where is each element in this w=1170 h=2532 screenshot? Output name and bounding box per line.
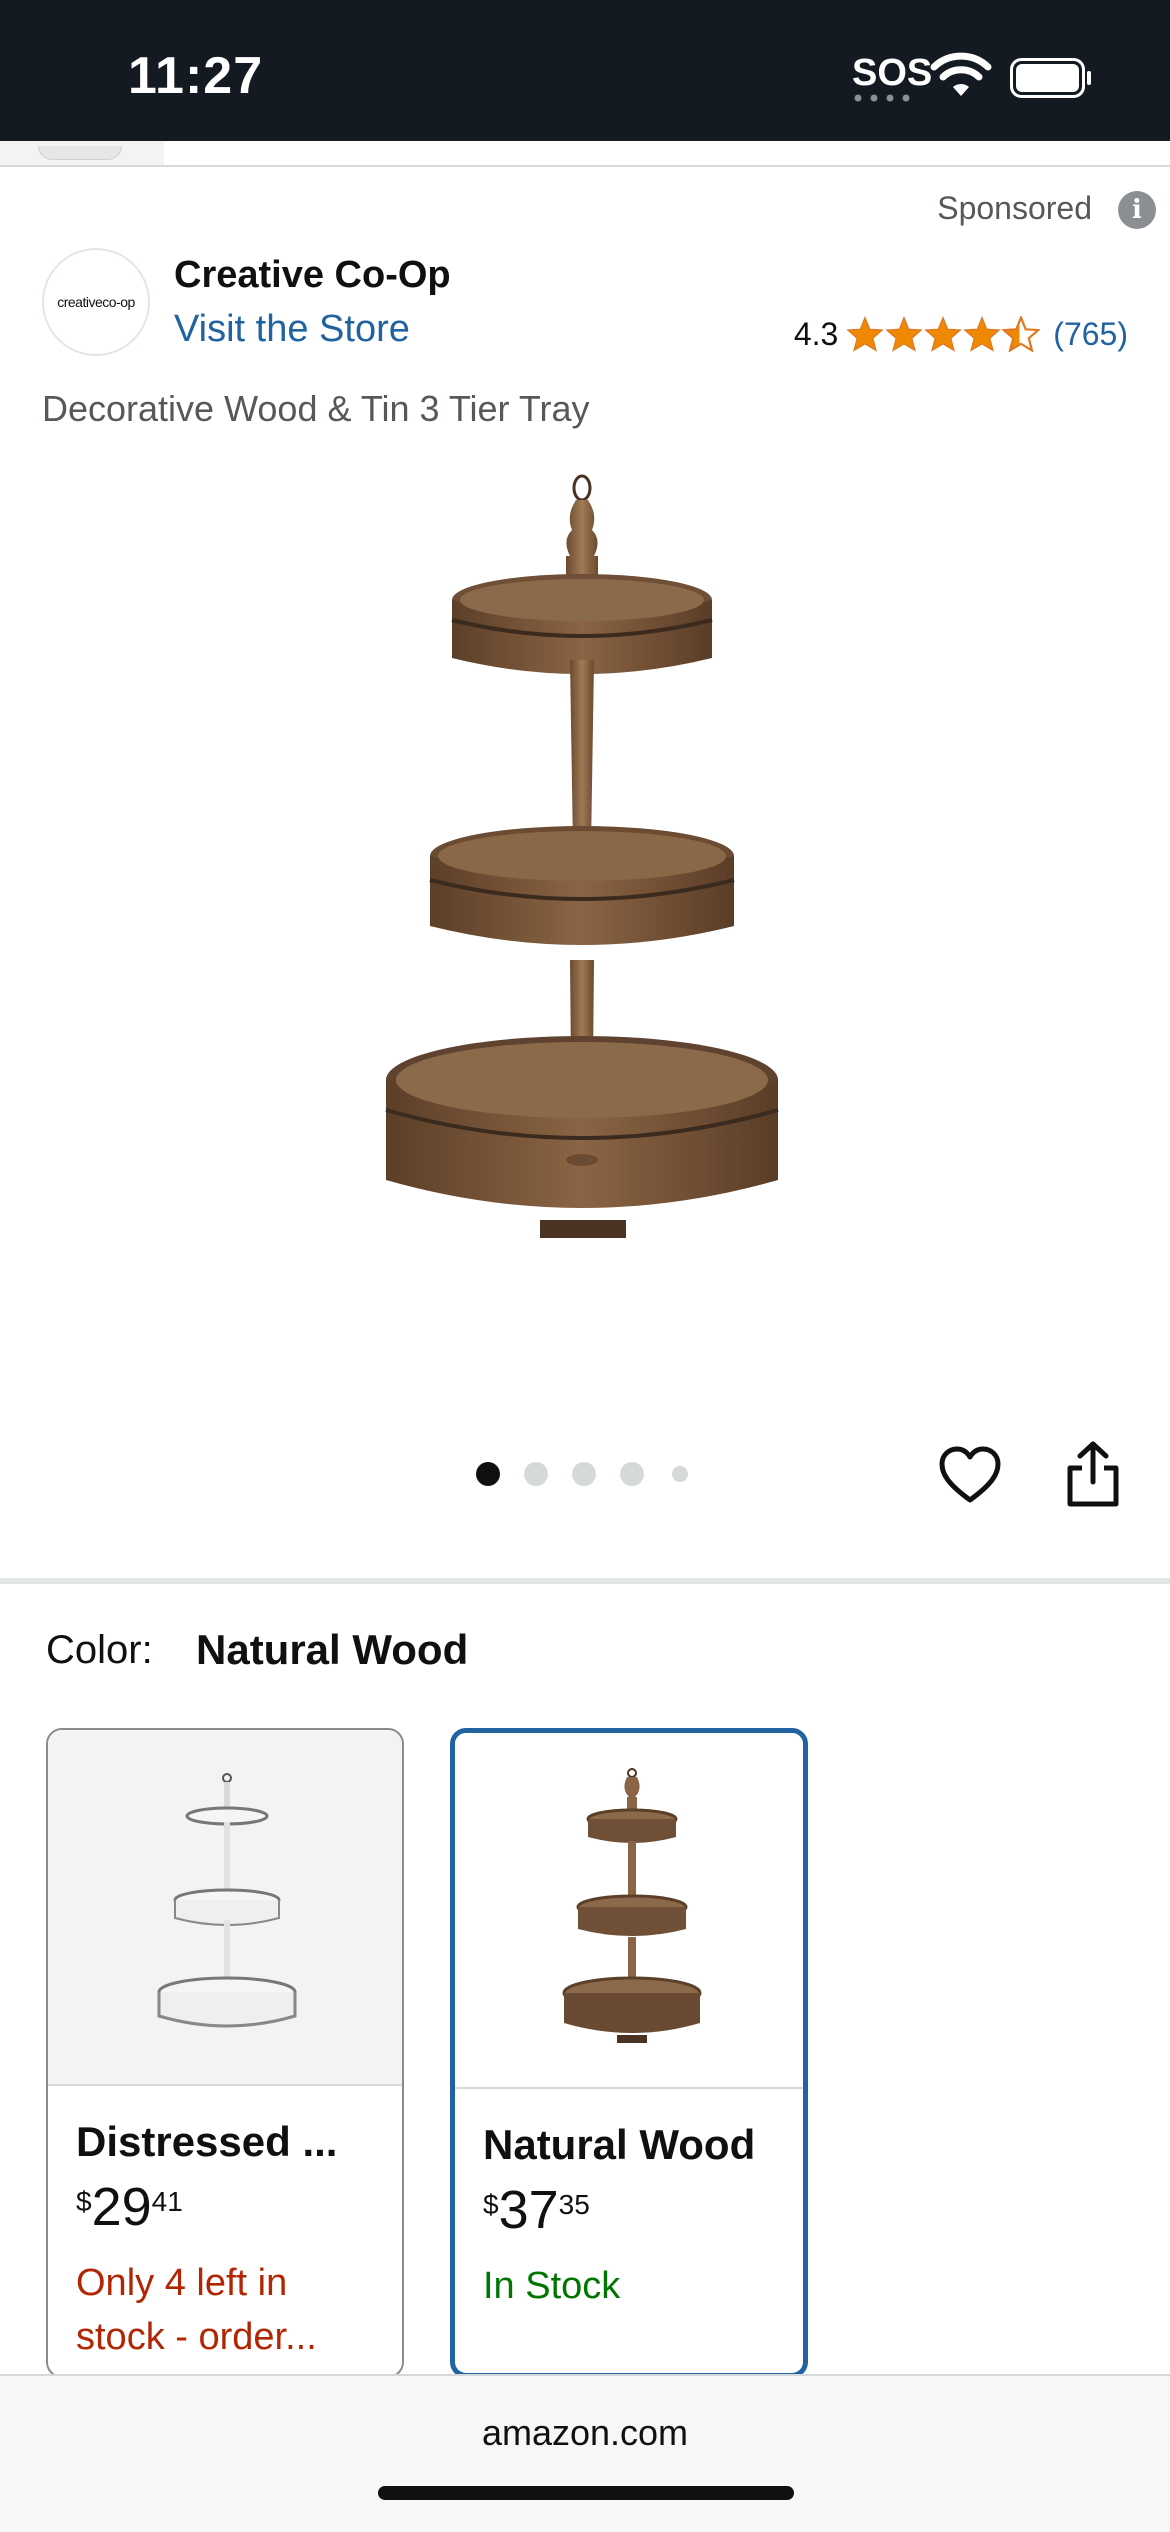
price-fraction: 35 <box>558 2189 590 2220</box>
wifi-icon <box>930 52 992 96</box>
rating-count-link[interactable]: (765) <box>1053 316 1128 353</box>
swatch-price: $ 29 41 <box>76 2180 183 2234</box>
previous-thumbnail-image <box>38 146 122 160</box>
half-star-icon <box>1002 316 1041 352</box>
sponsored-label: Sponsored <box>937 190 1092 226</box>
rating-value: 4.3 <box>793 315 839 352</box>
price-symbol: $ <box>76 2186 92 2217</box>
info-icon[interactable]: i <box>1118 191 1156 229</box>
price-fraction: 41 <box>151 2186 183 2217</box>
visit-store-link[interactable]: Visit the Store <box>174 308 410 351</box>
star-icon <box>924 316 963 352</box>
heart-icon[interactable] <box>938 1446 1002 1506</box>
carousel-dot[interactable] <box>672 1466 688 1482</box>
white-tier-tray-thumbnail <box>157 1773 297 2028</box>
cellular-dots-icon <box>854 94 910 102</box>
previous-content-strip <box>0 141 1170 167</box>
three-tier-wood-tray-image[interactable] <box>380 460 800 1290</box>
swatch-image <box>455 1733 803 2089</box>
rating[interactable]: 4.3 (765) <box>794 314 1128 354</box>
star-icon <box>963 316 1002 352</box>
share-icon[interactable] <box>1064 1440 1122 1508</box>
price-whole: 29 <box>91 2177 152 2237</box>
product-title[interactable]: Decorative Wood & Tin 3 Tier Tray <box>42 388 590 430</box>
color-option-distressed[interactable]: Distressed ... $ 29 41 Only 4 left in st… <box>46 1728 404 2378</box>
swatch-price: $ 37 35 <box>483 2183 590 2237</box>
swatch-image <box>48 1730 402 2086</box>
section-divider <box>0 1578 1170 1584</box>
carousel-dot[interactable] <box>572 1462 596 1486</box>
stock-status: In Stock <box>483 2265 621 2307</box>
carousel-dot[interactable] <box>620 1462 644 1486</box>
price-symbol: $ <box>483 2189 499 2220</box>
color-label: Color: <box>46 1628 153 1672</box>
carousel-dot[interactable] <box>524 1462 548 1486</box>
stock-status: Only 4 left in stock - order... <box>76 2262 317 2358</box>
status-time: 11:27 <box>128 47 264 105</box>
price-whole: 37 <box>498 2180 559 2240</box>
swatch-name: Natural Wood <box>483 2121 756 2168</box>
brand-name[interactable]: Creative Co-Op <box>174 254 451 297</box>
color-option-natural-wood[interactable]: Natural Wood $ 37 35 In Stock <box>450 1728 808 2378</box>
star-icon <box>885 316 924 352</box>
brand-logo-text: creativeco-op <box>57 294 135 310</box>
star-icon <box>846 316 885 352</box>
battery-icon <box>1010 58 1091 98</box>
image-carousel-dots[interactable] <box>476 1462 696 1488</box>
wood-tier-tray-thumbnail <box>562 1768 702 2043</box>
carousel-dot[interactable] <box>476 1462 500 1486</box>
sos-indicator: SOS <box>852 52 933 94</box>
home-indicator[interactable] <box>378 2486 794 2500</box>
url-bar[interactable]: amazon.com <box>0 2412 1170 2454</box>
selected-color-value: Natural Wood <box>196 1626 469 1673</box>
brand-logo[interactable]: creativeco-op <box>42 248 150 356</box>
star-rating-icon <box>846 316 1041 352</box>
swatch-name: Distressed ... <box>76 2118 338 2165</box>
